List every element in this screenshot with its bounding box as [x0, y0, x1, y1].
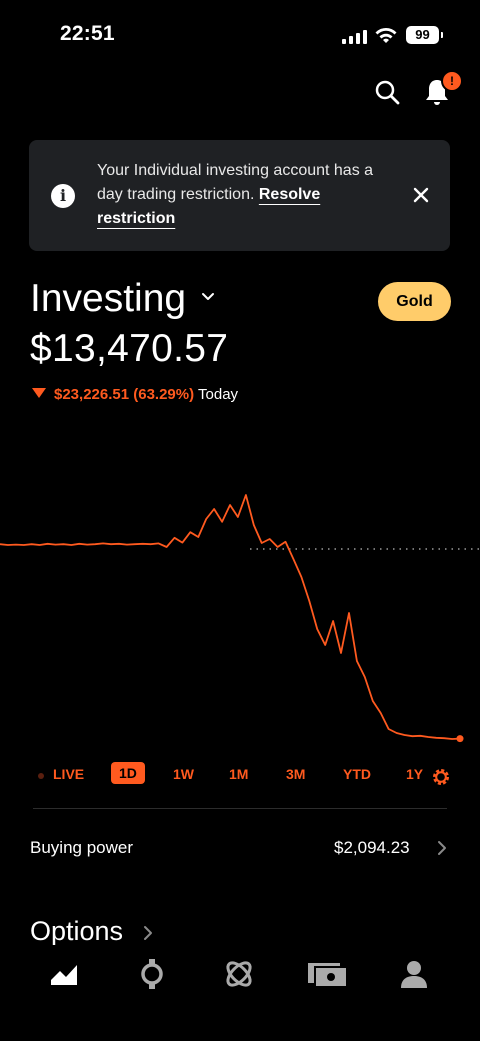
notification-badge: ! — [441, 70, 463, 92]
buying-power-label[interactable]: Buying power — [30, 838, 133, 858]
change-value: $23,226.51 (63.29%) — [54, 386, 195, 403]
cellular-signal-icon — [342, 28, 368, 44]
range-live[interactable]: LIVE — [53, 766, 84, 782]
divider — [33, 808, 447, 809]
info-icon: i — [51, 184, 75, 208]
bottom-navigation — [0, 945, 480, 1041]
live-dot-icon — [38, 773, 44, 779]
battery-icon: 99 — [406, 26, 443, 44]
gear-icon[interactable] — [431, 767, 451, 787]
range-1y[interactable]: 1Y — [406, 766, 423, 782]
investing-chart-icon[interactable] — [48, 958, 80, 990]
gold-button[interactable]: Gold — [378, 282, 451, 321]
wifi-icon — [375, 28, 397, 43]
range-3m[interactable]: 3M — [286, 766, 305, 782]
account-person-icon[interactable] — [398, 958, 430, 990]
search-icon[interactable] — [374, 79, 400, 105]
close-icon[interactable] — [412, 186, 430, 204]
chevron-right-icon[interactable] — [437, 840, 447, 856]
range-ytd[interactable]: YTD — [343, 766, 371, 782]
crypto-icon[interactable] — [136, 958, 168, 990]
range-1m[interactable]: 1M — [229, 766, 248, 782]
cash-icon[interactable] — [307, 958, 347, 990]
daily-change: $23,226.51 (63.29%) Today — [32, 386, 238, 403]
banner-text: Your Individual investing account has a … — [97, 162, 374, 203]
chart-end-dot — [456, 735, 464, 743]
options-section-title[interactable]: Options — [30, 916, 123, 947]
status-time: 22:51 — [60, 22, 115, 45]
time-range-selector: LIVE 1D 1W 1M 3M YTD 1Y — [0, 762, 480, 792]
network-icon[interactable] — [223, 958, 255, 990]
chart-series-line — [0, 494, 461, 740]
change-period: Today — [198, 386, 239, 403]
range-1w[interactable]: 1W — [173, 766, 194, 782]
chevron-down-icon[interactable] — [201, 292, 215, 302]
range-1d[interactable]: 1D — [111, 762, 145, 784]
portfolio-balance: $13,470.57 — [30, 327, 229, 370]
down-triangle-icon — [32, 388, 46, 398]
portfolio-chart[interactable] — [0, 470, 480, 770]
banner-message: Your Individual investing account has a … — [97, 159, 397, 231]
account-title[interactable]: Investing — [30, 277, 186, 321]
chevron-right-icon[interactable] — [143, 925, 153, 941]
buying-power-value[interactable]: $2,094.23 — [334, 838, 410, 858]
